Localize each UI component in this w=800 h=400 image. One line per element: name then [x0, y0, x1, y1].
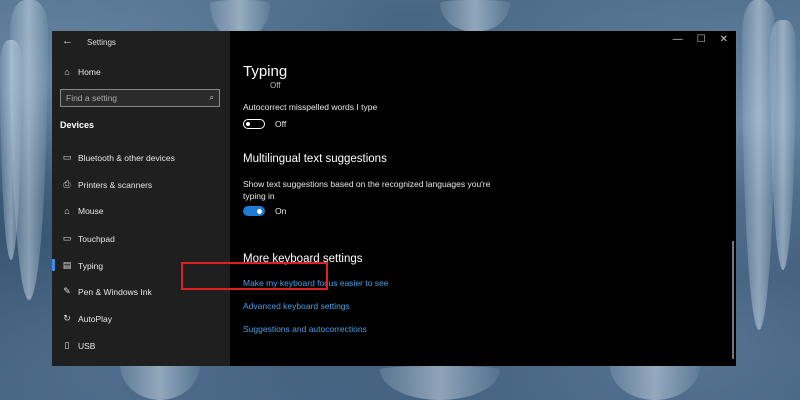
- sidebar-item-label: Typing: [78, 260, 104, 271]
- background-icicle: [440, 0, 510, 32]
- sidebar-item-home[interactable]: ⌂ Home: [60, 67, 101, 77]
- sidebar-item-label: USB: [78, 340, 96, 351]
- sidebar-item-autoplay[interactable]: ↻ AutoPlay: [60, 313, 112, 324]
- autocorrect-label: Autocorrect misspelled words I type: [243, 102, 378, 112]
- sidebar-item-pen[interactable]: ✎ Pen & Windows Ink: [60, 286, 152, 297]
- sidebar-item-mouse[interactable]: ⌂ Mouse: [60, 206, 104, 216]
- page-title: Typing: [243, 63, 288, 80]
- background-icicle: [770, 20, 796, 270]
- background-icicle: [120, 360, 200, 400]
- multilingual-state: On: [275, 206, 287, 216]
- home-icon: ⌂: [64, 67, 70, 77]
- touchpad-icon: ▭: [62, 233, 72, 243]
- mouse-icon: ⌂: [64, 206, 70, 216]
- background-icicle: [610, 362, 700, 400]
- search-icon[interactable]: ⌕: [210, 93, 214, 103]
- sidebar: ← Settings ⌂ Home Find a setting ⌕ Devic…: [52, 31, 230, 366]
- sidebar-item-label: Printers & scanners: [78, 179, 153, 190]
- advanced-keyboard-link[interactable]: Advanced keyboard settings: [243, 301, 350, 311]
- sidebar-item-label: Pen & Windows Ink: [78, 286, 152, 297]
- settings-window: ← Settings ⌂ Home Find a setting ⌕ Devic…: [52, 31, 736, 366]
- selected-indicator: [52, 259, 55, 271]
- content-pane: — ☐ ✕ Typing Off Autocorrect misspelled …: [230, 31, 736, 366]
- background-icicle: [380, 366, 500, 400]
- maximize-icon[interactable]: ☐: [697, 34, 706, 45]
- sidebar-item-label: Home: [78, 67, 101, 77]
- scrollbar[interactable]: [732, 241, 734, 359]
- scrolled-toggle-text: Off: [270, 81, 281, 90]
- sidebar-item-label: Touchpad: [78, 233, 115, 244]
- sidebar-item-label: Mouse: [78, 206, 104, 216]
- section-label: Devices: [60, 120, 95, 130]
- close-icon[interactable]: ✕: [720, 34, 728, 45]
- autoplay-icon: ↻: [63, 313, 71, 323]
- sidebar-item-label: AutoPlay: [78, 313, 113, 324]
- sidebar-item-label: Bluetooth & other devices: [78, 152, 175, 163]
- sidebar-item-bluetooth[interactable]: ▭ Bluetooth & other devices: [60, 152, 175, 163]
- back-arrow-icon[interactable]: ←: [62, 35, 73, 47]
- printer-icon: ⎙: [63, 179, 71, 189]
- autocorrect-toggle[interactable]: [243, 119, 265, 129]
- multilingual-description: Show text suggestions based on the recog…: [243, 179, 491, 189]
- multilingual-description-cont: typing in: [243, 191, 275, 201]
- sidebar-item-printers[interactable]: ⎙ Printers & scanners: [60, 179, 152, 190]
- minimize-icon[interactable]: —: [673, 34, 683, 45]
- usb-icon: ▯: [64, 340, 70, 350]
- pen-icon: ✎: [63, 286, 71, 296]
- sidebar-item-usb[interactable]: ▯ USB: [60, 340, 96, 351]
- keyboard-icon: ▤: [62, 260, 72, 270]
- suggestions-link[interactable]: Suggestions and autocorrections: [243, 324, 367, 334]
- highlight-box: [181, 262, 328, 290]
- window-title: Settings: [87, 38, 116, 47]
- multilingual-toggle[interactable]: [243, 206, 265, 216]
- sidebar-item-typing[interactable]: ▤ Typing: [60, 260, 103, 271]
- search-placeholder: Find a setting: [66, 93, 118, 103]
- window-controls: — ☐ ✕: [673, 34, 728, 45]
- multilingual-heading: Multilingual text suggestions: [243, 153, 387, 165]
- autocorrect-state: Off: [275, 119, 287, 129]
- search-input[interactable]: Find a setting ⌕: [60, 89, 220, 107]
- sidebar-item-touchpad[interactable]: ▭ Touchpad: [60, 233, 115, 244]
- bluetooth-icon: ▭: [62, 152, 72, 162]
